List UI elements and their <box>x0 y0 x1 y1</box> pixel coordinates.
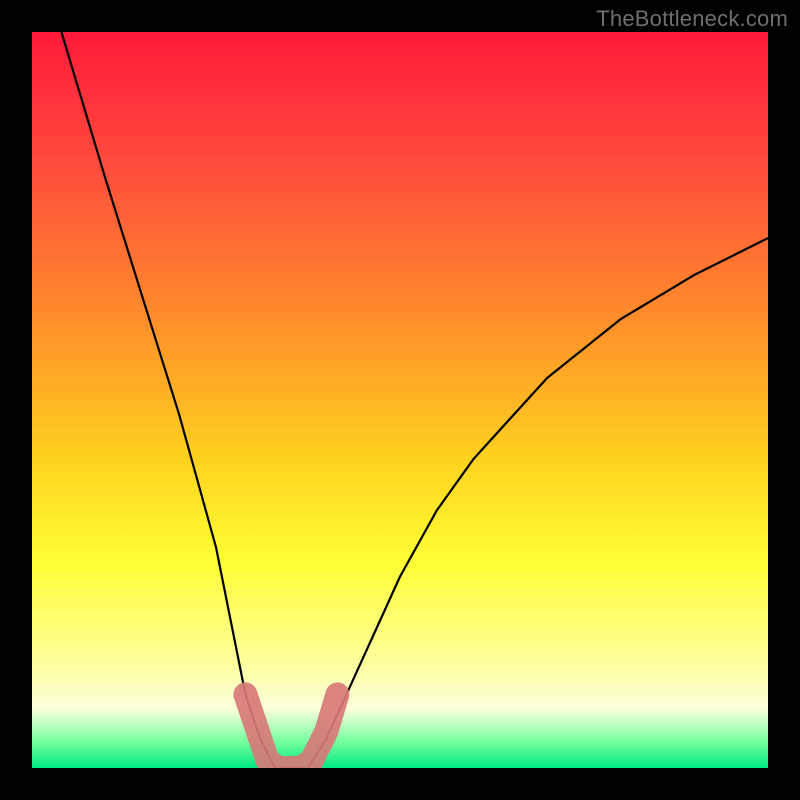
chart-outer-frame: TheBottleneck.com <box>0 0 800 800</box>
plot-area <box>32 32 768 768</box>
gradient-background <box>32 32 768 768</box>
bottleneck-chart <box>32 32 768 768</box>
watermark-label: TheBottleneck.com <box>596 6 788 32</box>
